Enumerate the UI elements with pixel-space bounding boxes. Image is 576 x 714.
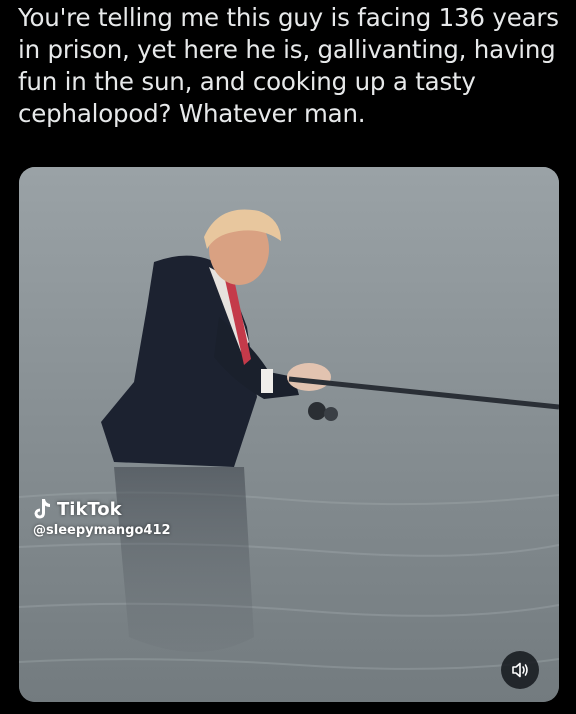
tiktok-brand-label: TikTok <box>57 498 122 520</box>
tiktok-logo-icon <box>34 499 50 519</box>
tiktok-handle: @sleepymango412 <box>33 523 171 538</box>
video-player[interactable]: TikTok @sleepymango412 <box>19 167 559 702</box>
mute-button[interactable] <box>501 651 539 689</box>
speaker-muted-icon <box>512 662 528 678</box>
post-text: You're telling me this guy is facing 136… <box>18 3 559 128</box>
video-frame <box>19 167 559 702</box>
tiktok-watermark: TikTok @sleepymango412 <box>31 497 171 539</box>
